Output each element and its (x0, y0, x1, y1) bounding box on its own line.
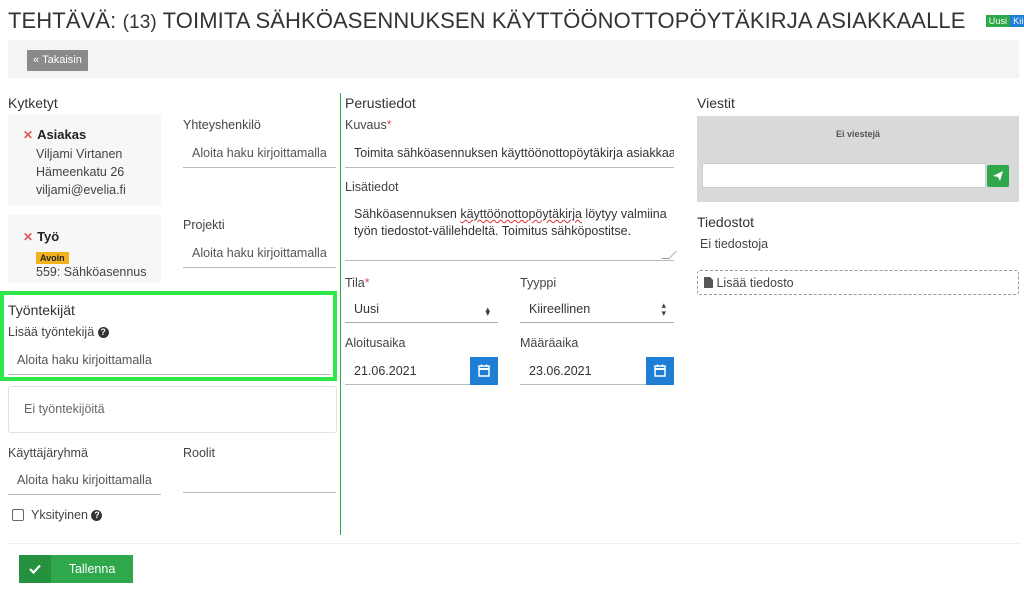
private-help-icon[interactable]: ? (91, 510, 103, 522)
project-label: Projekti (183, 218, 225, 232)
status-badge: Uusi (985, 15, 1011, 27)
due-date-label: Määräaika (520, 336, 579, 350)
message-input[interactable] (702, 163, 986, 188)
state-value: Uusi (354, 302, 380, 316)
work-card: ✕ Työ Avoin 559: Sähköasennus (8, 215, 161, 283)
usergroup-label: Käyttäjäryhmä (8, 446, 88, 460)
customer-label: Asiakas (37, 127, 87, 142)
column-divider (340, 93, 341, 535)
extra-info-textarea[interactable]: Sähköasennuksen käyttöönottopöytäkirja l… (345, 198, 677, 261)
extra-text-part3: työn tiedostot-välilehdeltä. Toimitus sä… (354, 224, 632, 238)
add-worker-text: Lisää työntekijä (8, 325, 95, 339)
footer-divider (8, 543, 1019, 544)
back-button[interactable]: « Takaisin (27, 50, 88, 71)
workers-empty-box: Ei työntekijöitä (8, 386, 337, 433)
project-search-input[interactable]: Aloita haku kirjoittamalla (183, 238, 336, 268)
contact-label: Yhteyshenkilö (183, 118, 261, 132)
work-reference: 559: Sähköasennus (36, 265, 147, 279)
help-icon[interactable]: ? (97, 327, 109, 339)
files-title: Tiedostot (697, 214, 755, 230)
customer-address: Hämeenkatu 26 (36, 165, 125, 179)
extra-text-part1: Sähköasennuksen (354, 207, 461, 221)
due-date-input[interactable]: 23.06.2021 (520, 357, 646, 385)
extra-text-part2: löytyy valmiina (581, 207, 667, 221)
start-date-input[interactable]: 21.06.2021 (345, 357, 470, 385)
linked-section-title: Kytketyt (8, 95, 58, 111)
send-message-button[interactable] (987, 165, 1009, 187)
task-title: TOIMITA SÄHKÖASENNUKSEN KÄYTTÖÖNOTTOPÖYT… (162, 8, 966, 33)
workers-title: Työntekijät (8, 302, 75, 318)
title-prefix: TEHTÄVÄ: (8, 8, 117, 33)
state-label: Tila* (345, 276, 370, 290)
type-select[interactable]: Kiireellinen ▴ ▾ (520, 295, 674, 323)
description-label: Kuvaus* (345, 118, 392, 132)
start-date-label: Aloitusaika (345, 336, 406, 350)
type-value: Kiireellinen (529, 302, 591, 316)
description-input[interactable]: Toimita sähköasennuksen käyttöönottopöyt… (345, 138, 674, 168)
start-calendar-button[interactable] (470, 357, 498, 385)
state-label-text: Tila (345, 276, 365, 290)
workers-empty-text: Ei työntekijöitä (24, 402, 105, 416)
customer-name: Viljami Virtanen (36, 147, 123, 161)
private-checkbox[interactable] (12, 509, 24, 521)
type-select-arrow-down-icon: ▾ (661, 308, 666, 318)
toolbar (8, 40, 1019, 78)
extra-text-spell: käyttöönottopöytäkirja (460, 207, 582, 221)
messages-title: Viestit (697, 95, 735, 111)
select-arrow-down-icon: ▾ (485, 308, 490, 318)
file-icon (704, 277, 713, 288)
save-check-area (19, 555, 51, 583)
usergroup-search-input[interactable]: Aloita haku kirjoittamalla (8, 465, 161, 495)
calendar-icon (654, 364, 666, 377)
add-worker-label: Lisää työntekijä ? (8, 325, 109, 339)
add-file-label: Lisää tiedosto (716, 276, 794, 290)
state-required-mark: * (364, 276, 370, 290)
task-number: (13) (122, 12, 157, 33)
files-empty-text: Ei tiedostoja (700, 237, 769, 251)
basic-info-title: Perustiedot (345, 95, 416, 111)
state-select[interactable]: Uusi ▴ ▾ (345, 295, 498, 323)
private-label: Yksityinen ? (31, 508, 103, 522)
type-badge: Kiireellinen (1010, 15, 1024, 27)
worker-search-input[interactable]: Aloita haku kirjoittamalla (8, 345, 331, 375)
messages-empty-text: Ei viestejä (835, 129, 881, 139)
customer-card: ✕ Asiakas Viljami Virtanen Hämeenkatu 26 … (8, 115, 161, 205)
contact-search-input[interactable]: Aloita haku kirjoittamalla (183, 138, 336, 168)
required-mark: * (386, 118, 392, 132)
save-label: Tallenna (68, 562, 116, 576)
roles-label: Roolit (183, 446, 215, 460)
private-label-text: Yksityinen (31, 508, 88, 522)
due-calendar-button[interactable] (646, 357, 674, 385)
check-icon (29, 564, 41, 575)
roles-input[interactable] (183, 463, 336, 493)
customer-email: viljami@evelia.fi (36, 183, 126, 197)
add-file-button[interactable]: Lisää tiedosto (697, 270, 1019, 295)
resize-handle[interactable] (661, 251, 677, 259)
send-icon (993, 171, 1003, 181)
type-label: Tyyppi (520, 276, 557, 290)
description-label-text: Kuvaus (345, 118, 387, 132)
work-label: Työ (37, 229, 60, 244)
extra-info-label: Lisätiedot (345, 180, 399, 194)
remove-customer-icon[interactable]: ✕ (23, 128, 33, 142)
calendar-icon (478, 364, 490, 377)
messages-panel: Ei viestejä (697, 116, 1019, 202)
page-title: TEHTÄVÄ: (13) TOIMITA SÄHKÖASENNUKSEN KÄ… (8, 8, 1024, 34)
save-button[interactable]: Tallenna (19, 555, 133, 583)
remove-work-icon[interactable]: ✕ (23, 230, 33, 244)
